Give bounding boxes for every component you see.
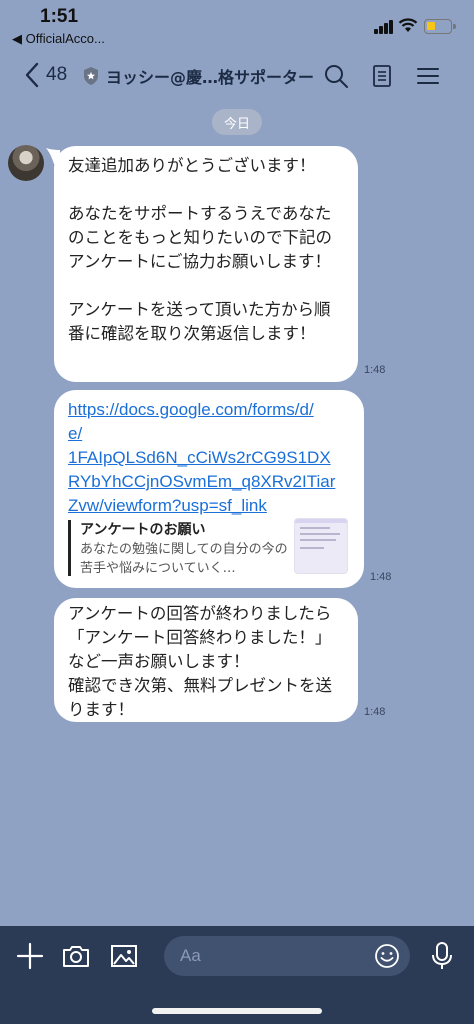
message-time: 1:48 [370,571,392,583]
back-button[interactable]: 48 [24,60,74,90]
microphone-icon[interactable] [426,940,458,972]
camera-icon[interactable] [60,940,92,972]
preview-title: アンケートのお願い [80,522,206,538]
link-line: 1FAIpQLSd6N_cCiWs2rCG9S1DX [68,448,331,467]
preview-thumbnail [294,518,348,574]
message-time: 1:48 [364,364,386,376]
avatar[interactable] [8,145,44,181]
chat-title: ヨッシー@慶…格サポーター [106,68,315,87]
chat-title-area[interactable]: ヨッシー@慶…格サポーター [82,64,314,88]
plus-icon[interactable] [14,940,46,972]
battery-icon [424,19,456,34]
form-link[interactable]: https://docs.google.com/forms/d/ e/ 1FAI… [68,398,350,518]
link-line: RYbYhCCjnOSvmEm_q8XRv2ITiar [68,472,336,491]
link-line: e/ [68,424,83,443]
back-to-app-link[interactable]: ◀ OfficialAcco... [12,31,105,47]
home-indicator [152,1008,322,1014]
message-input-placeholder: Aa [180,946,201,965]
verified-shield-icon [84,67,98,85]
status-time: 1:51 [40,6,79,27]
preview-description: あなたの勉強に関しての自分の今の苦手や悩みについていく… [80,542,288,576]
chat-screen: 1:51 ◀ OfficialAcco... 48 ヨッシー@慶…格サポーター … [0,0,474,1024]
unread-count: 48 [46,64,68,85]
message-bubble[interactable]: 友達追加ありがとうございます！ あなたをサポートするうえであなた のことをもっと… [54,146,358,382]
message-time: 1:48 [364,706,386,718]
message-input[interactable]: Aa [164,936,410,976]
image-icon[interactable] [108,940,140,972]
wifi-icon [398,18,418,32]
search-icon[interactable] [322,62,350,90]
link-preview[interactable]: アンケートのお願い あなたの勉強に関しての自分の今の苦手や悩みについていく… [68,518,350,576]
chevron-left-icon [25,62,39,88]
input-toolbar: Aa [0,926,474,1024]
date-divider: 今日 [212,109,262,135]
message-text: アンケートの回答が終わりましたら 「アンケート回答終わりました！」 など一声お願… [68,604,332,719]
preview-divider [68,520,71,576]
status-bar: 1:51 ◀ OfficialAcco... [0,0,474,52]
notes-icon[interactable] [368,62,396,90]
link-message-bubble[interactable]: https://docs.google.com/forms/d/ e/ 1FAI… [54,390,364,588]
message-bubble[interactable]: アンケートの回答が終わりましたら 「アンケート回答終わりました！」 など一声お願… [54,598,358,722]
signal-icon [374,20,394,34]
link-line: https://docs.google.com/forms/d/ [68,400,314,419]
emoji-icon[interactable] [374,943,400,969]
chat-header: 48 ヨッシー@慶…格サポーター [0,52,474,98]
message-text: 友達追加ありがとうございます！ あなたをサポートするうえであなた のことをもっと… [68,156,332,343]
menu-icon[interactable] [414,62,442,90]
link-line: Zvw/viewform?usp=sf_link [68,496,267,515]
